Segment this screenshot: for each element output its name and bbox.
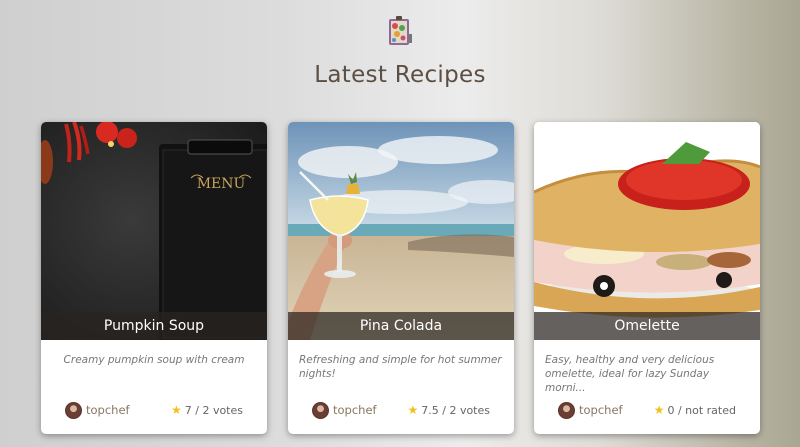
author-avatar[interactable] bbox=[65, 402, 82, 419]
author-avatar[interactable] bbox=[558, 402, 575, 419]
rating-text: 0 / not rated bbox=[667, 404, 736, 417]
recipe-card[interactable]: Pina Colada Refreshing and simple for ho… bbox=[288, 122, 514, 434]
recipe-rating: ★ 7.5 / 2 votes bbox=[407, 402, 490, 419]
star-icon: ★ bbox=[653, 403, 665, 417]
rating-text: 7 / 2 votes bbox=[184, 404, 243, 417]
recipe-image[interactable] bbox=[288, 122, 514, 340]
recipe-rating: ★ 0 / not rated bbox=[654, 402, 736, 419]
author-avatar[interactable] bbox=[312, 402, 329, 419]
recipe-image[interactable] bbox=[534, 122, 760, 340]
star-icon: ★ bbox=[407, 403, 419, 417]
recipe-image[interactable]: MENU bbox=[41, 122, 267, 340]
star-icon: ★ bbox=[170, 403, 182, 417]
recipe-title[interactable]: Omelette bbox=[534, 312, 760, 340]
recipe-description: Refreshing and simple for hot summer nig… bbox=[299, 354, 502, 380]
recipe-book-logo-icon[interactable] bbox=[385, 16, 415, 48]
recipe-description: Creamy pumpkin soup with cream bbox=[63, 354, 245, 366]
recipe-footer: topchef ★ 7.5 / 2 votes bbox=[312, 402, 490, 419]
recipe-footer: topchef ★ 7 / 2 votes bbox=[65, 402, 243, 419]
recipe-footer: topchef ★ 0 / not rated bbox=[558, 402, 736, 419]
page-title: Latest Recipes bbox=[314, 62, 486, 88]
svg-text:MENU: MENU bbox=[197, 176, 246, 192]
recipe-title[interactable]: Pumpkin Soup bbox=[41, 312, 267, 340]
recipe-title[interactable]: Pina Colada bbox=[288, 312, 514, 340]
recipe-card[interactable]: MENU Pumpkin Soup Creamy pumpkin soup wi… bbox=[41, 122, 267, 434]
author-name[interactable]: topchef bbox=[86, 402, 130, 418]
recipe-card[interactable]: Omelette Easy, healthy and very deliciou… bbox=[534, 122, 760, 434]
recipe-rating: ★ 7 / 2 votes bbox=[171, 402, 243, 419]
author-name[interactable]: topchef bbox=[333, 402, 377, 418]
recipe-description: Easy, healthy and very delicious omelett… bbox=[545, 354, 715, 394]
rating-text: 7.5 / 2 votes bbox=[421, 404, 490, 417]
author-name[interactable]: topchef bbox=[579, 402, 623, 418]
